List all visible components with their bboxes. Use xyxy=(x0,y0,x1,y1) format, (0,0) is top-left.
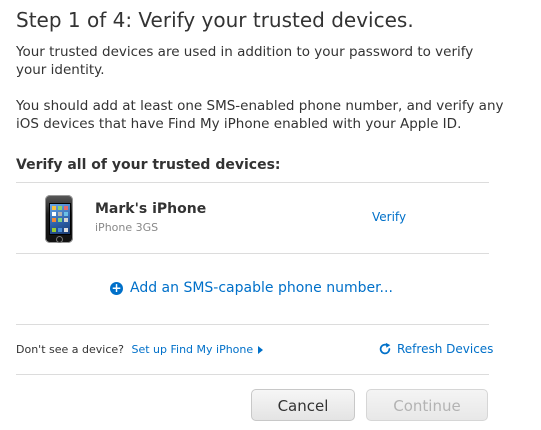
missing-device-row: Don't see a device? Set up Find My iPhon… xyxy=(16,343,264,356)
device-model: iPhone 3GS xyxy=(95,221,159,234)
add-sms-number-link[interactable]: + Add an SMS-capable phone number... xyxy=(110,280,393,296)
refresh-devices-link[interactable]: Refresh Devices xyxy=(378,342,493,356)
iphone-icon xyxy=(45,195,73,243)
verify-link[interactable]: Verify xyxy=(372,210,406,224)
devices-heading: Verify all of your trusted devices: xyxy=(16,157,281,173)
refresh-label: Refresh Devices xyxy=(397,342,494,356)
refresh-icon xyxy=(379,342,391,355)
page-title: Step 1 of 4: Verify your trusted devices… xyxy=(16,8,414,32)
intro-paragraph-1: Your trusted devices are used in additio… xyxy=(16,44,474,78)
device-name: Mark's iPhone xyxy=(95,201,207,217)
continue-button[interactable]: Continue xyxy=(366,389,488,421)
add-sms-label: Add an SMS-capable phone number... xyxy=(130,280,393,296)
divider xyxy=(16,253,489,254)
missing-device-prompt: Don't see a device? xyxy=(16,343,124,356)
cancel-button[interactable]: Cancel xyxy=(251,389,355,421)
chevron-right-icon xyxy=(258,346,264,354)
divider xyxy=(16,324,489,325)
device-row: Mark's iPhone iPhone 3GS Verify xyxy=(16,183,489,253)
intro-paragraph-2: You should add at least one SMS-enabled … xyxy=(16,98,504,132)
divider xyxy=(16,374,489,375)
setup-link-label: Set up Find My iPhone xyxy=(131,343,254,356)
verify-devices-page: Step 1 of 4: Verify your trusted devices… xyxy=(0,0,541,430)
setup-find-my-iphone-link[interactable]: Set up Find My iPhone xyxy=(131,343,264,356)
plus-circle-icon: + xyxy=(110,280,123,295)
